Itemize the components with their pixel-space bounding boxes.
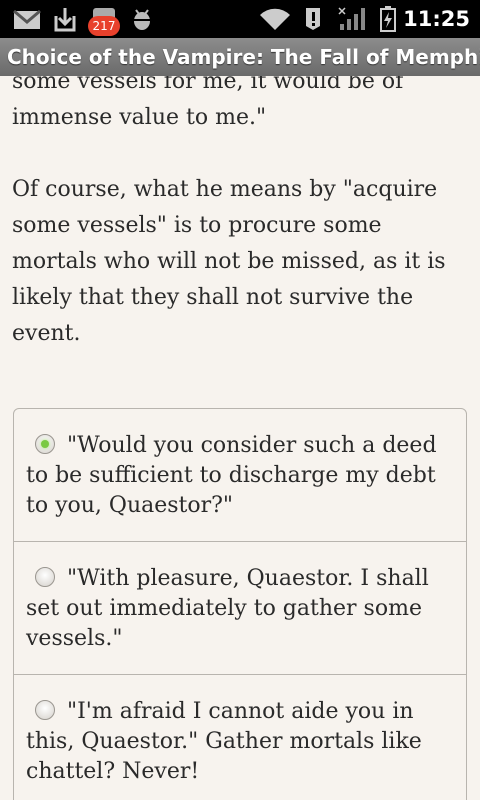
notification-count-badge: 217: [88, 16, 120, 36]
choice-option-3[interactable]: "I'm afraid I cannot aide you in this, Q…: [14, 675, 466, 800]
wifi-icon: [260, 8, 290, 30]
download-icon: [54, 8, 76, 32]
radio-unselected-icon[interactable]: [35, 700, 55, 720]
battery-charging-icon: [380, 6, 396, 32]
status-time: 11:25: [403, 7, 470, 31]
story-text: some vessels for me, it would be of imme…: [12, 76, 472, 352]
story-partial-paragraph: some vessels for me, it would be of imme…: [12, 76, 404, 130]
status-bar: 217 11:25: [0, 0, 480, 38]
app-title: Choice of the Vampire: The Fall of Memph…: [0, 38, 480, 76]
choice-label: "I'm afraid I cannot aide you in this, Q…: [26, 699, 422, 784]
android-debug-icon: [133, 9, 151, 30]
radio-unselected-icon[interactable]: [35, 567, 55, 587]
story-paragraph: Of course, what he means by "acquire som…: [12, 177, 446, 346]
choice-label: "With pleasure, Quaestor. I shall set ou…: [26, 566, 429, 651]
choice-option-2[interactable]: "With pleasure, Quaestor. I shall set ou…: [14, 542, 466, 675]
alert-icon: [306, 8, 320, 30]
radio-selected-icon[interactable]: [35, 434, 55, 454]
choice-list: "Would you consider such a deed to be su…: [13, 408, 467, 800]
gmail-icon: [13, 9, 41, 29]
signal-icon: [338, 7, 365, 30]
choice-label: "Would you consider such a deed to be su…: [26, 433, 437, 518]
choice-option-1[interactable]: "Would you consider such a deed to be su…: [14, 409, 466, 542]
story-content[interactable]: some vessels for me, it would be of imme…: [0, 76, 480, 800]
